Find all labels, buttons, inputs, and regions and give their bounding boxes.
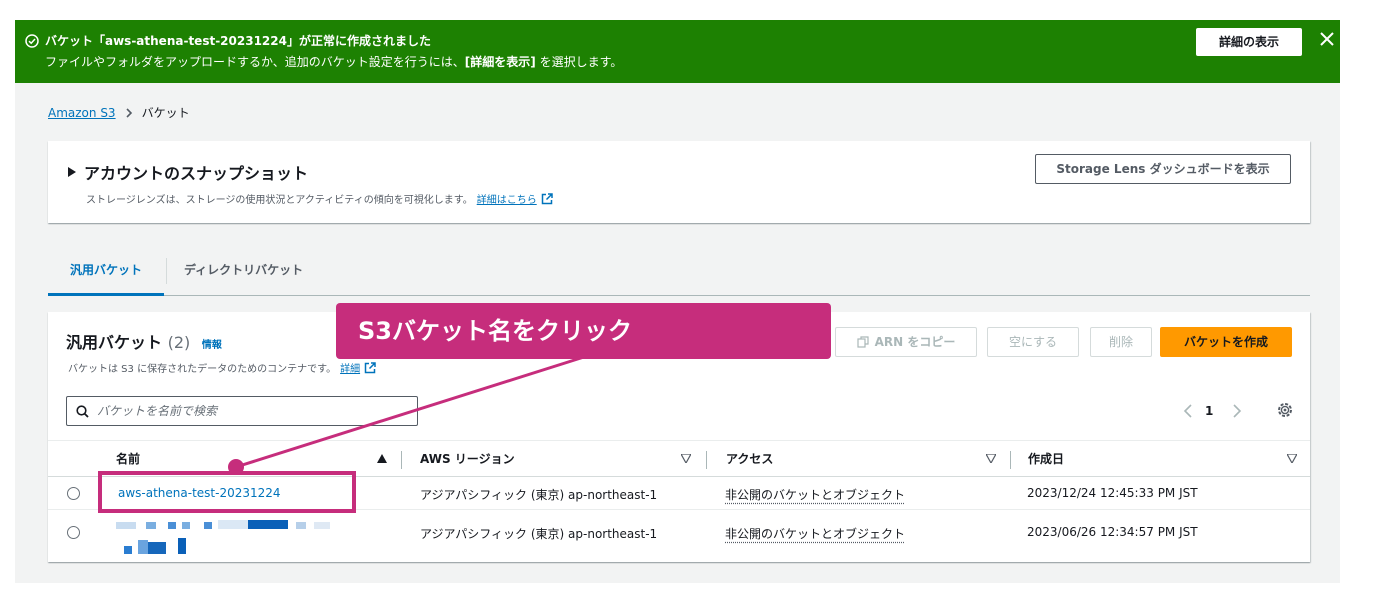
chevron-right-icon[interactable] [1230, 403, 1244, 419]
view-details-button[interactable]: 詳細の表示 [1196, 28, 1302, 56]
copy-arn-button[interactable]: ARN をコピー [835, 327, 977, 357]
flash-description: ファイルやフォルダをアップロードするか、追加のバケット設定を行うには、[詳細を表… [45, 53, 622, 70]
sort-descending-icon[interactable] [986, 454, 996, 463]
copy-icon [857, 336, 869, 348]
column-divider [1010, 451, 1011, 469]
bucket-access[interactable]: 非公開のバケットとオブジェクト [725, 525, 905, 542]
bucket-count: (2) [167, 333, 191, 352]
bucket-table-title: 汎用バケット (2) 情報 [66, 329, 222, 353]
sort-ascending-icon[interactable] [377, 454, 387, 463]
search-placeholder: バケットを名前で検索 [97, 404, 218, 418]
pagination: 1 [1175, 401, 1305, 423]
bucket-access[interactable]: 非公開のバケットとオブジェクト [725, 486, 905, 503]
success-flashbar: バケット「aws-athena-test-20231224」が正常に作成されまし… [15, 20, 1340, 83]
storage-lens-dashboard-button[interactable]: Storage Lens ダッシュボードを表示 [1035, 154, 1291, 184]
column-divider [706, 451, 707, 469]
close-icon[interactable] [1317, 29, 1337, 49]
bucket-table-description: バケットは S3 に保存されたデータのためのコンテナです。 詳細 [68, 360, 376, 375]
external-link-icon [541, 192, 553, 204]
empty-bucket-button[interactable]: 空にする [987, 327, 1079, 357]
column-access[interactable]: アクセス [726, 441, 773, 477]
bucket-desc-text: バケットは S3 に保存されたデータのためのコンテナです。 [68, 364, 337, 375]
sort-descending-icon[interactable] [681, 454, 691, 463]
flash-title: バケット「aws-athena-test-20231224」が正常に作成されまし… [45, 34, 431, 48]
chevron-right-icon [126, 107, 132, 118]
search-icon [76, 405, 89, 418]
breadcrumb: Amazon S3 バケット [48, 104, 190, 121]
info-link[interactable]: 情報 [202, 340, 222, 351]
table-row[interactable]: アジアパシフィック (東京) ap-northeast-1 非公開のバケットとオ… [48, 510, 1310, 556]
annotation-callout: S3バケット名をクリック [336, 303, 831, 359]
bucket-created-date: 2023/12/24 12:45:33 PM JST [1027, 486, 1198, 500]
bucket-learn-more-link[interactable]: 詳細 [340, 360, 360, 375]
flash-desc-post: を選択します。 [535, 55, 623, 69]
bucket-region: アジアパシフィック (東京) ap-northeast-1 [420, 527, 658, 541]
column-divider [401, 451, 402, 469]
flash-desc-bold: [詳細を表示] [464, 55, 536, 69]
snapshot-learn-more-link[interactable]: 詳細はこちら [477, 191, 537, 206]
copy-arn-label: ARN をコピー [874, 335, 956, 349]
external-link-icon [364, 361, 376, 373]
check-circle-icon [25, 34, 39, 48]
snapshot-title[interactable]: アカウントのスナップショット [84, 160, 308, 184]
create-bucket-button[interactable]: バケットを作成 [1160, 327, 1292, 357]
snapshot-description: ストレージレンズは、ストレージの使用状況とアクティビティの傾向を可視化します。 … [86, 191, 553, 206]
bucket-search-input[interactable]: バケットを名前で検索 [66, 396, 418, 426]
row-radio-button[interactable] [67, 526, 80, 539]
flash-desc-pre: ファイルやフォルダをアップロードするか、追加のバケット設定を行うには、 [45, 55, 465, 69]
caret-right-icon[interactable] [68, 167, 76, 177]
snapshot-desc-text: ストレージレンズは、ストレージの使用状況とアクティビティの傾向を可視化します。 [86, 195, 473, 206]
row-radio-button[interactable] [67, 487, 80, 500]
column-region[interactable]: AWS リージョン [420, 441, 515, 477]
bucket-table-title-text: 汎用バケット [66, 333, 163, 352]
tab-directory-buckets[interactable]: ディレクトリバケット [184, 250, 303, 296]
bucket-type-tabs: 汎用バケット ディレクトリバケット [48, 250, 1310, 296]
app-root: バケット「aws-athena-test-20231224」が正常に作成されまし… [0, 0, 1400, 600]
tab-divider [166, 258, 167, 284]
breadcrumb-buckets: バケット [141, 106, 190, 120]
bucket-created-date: 2023/06/26 12:34:57 PM JST [1027, 525, 1198, 539]
annotation-highlight-box [98, 471, 356, 513]
account-snapshot-panel: アカウントのスナップショット ストレージレンズは、ストレージの使用状況とアクティ… [48, 141, 1310, 223]
chevron-left-icon[interactable] [1181, 403, 1195, 419]
sort-descending-icon[interactable] [1287, 454, 1297, 463]
gear-icon[interactable] [1276, 401, 1294, 419]
bucket-region: アジアパシフィック (東京) ap-northeast-1 [420, 488, 658, 502]
breadcrumb-amazon-s3[interactable]: Amazon S3 [48, 106, 116, 120]
redacted-bucket-name [116, 520, 330, 554]
tab-general-purpose-buckets[interactable]: 汎用バケット [48, 250, 164, 296]
column-created[interactable]: 作成日 [1028, 441, 1064, 477]
delete-bucket-button[interactable]: 削除 [1090, 327, 1152, 357]
page-number[interactable]: 1 [1205, 401, 1213, 421]
